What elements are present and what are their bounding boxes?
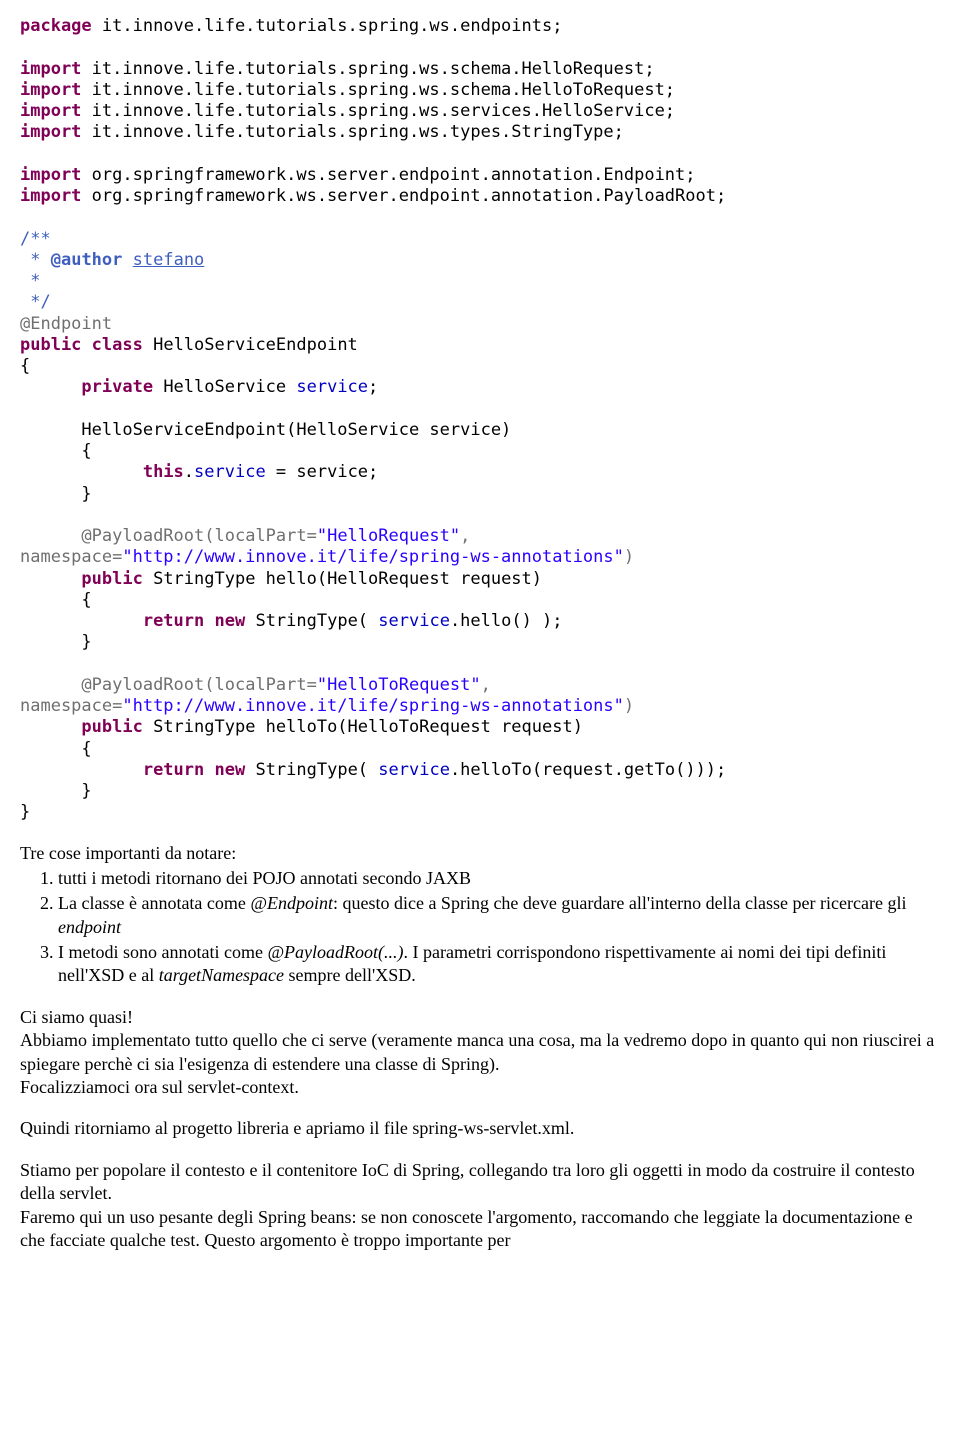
str-localpart-1: "HelloRequest"	[317, 526, 460, 546]
p-implementato: Abbiamo implementato tutto quello che ci…	[20, 1029, 940, 1076]
javadoc-author-tag: @author	[51, 250, 123, 270]
ctor-open: {	[20, 441, 92, 461]
method-helloto-sig: StringType helloTo(HelloToRequest reques…	[143, 717, 583, 737]
p-ci-siamo: Ci siamo quasi!	[20, 1006, 940, 1029]
svc-ref: service	[378, 760, 450, 780]
note-3: I metodi sono annotati come @PayloadRoot…	[58, 941, 940, 988]
ctor-assign: = service;	[266, 462, 379, 482]
kw-return: return	[143, 611, 204, 631]
field-service-ref: service	[194, 462, 266, 482]
field-service: service	[296, 377, 368, 397]
kw-import: import	[20, 122, 81, 142]
import-2: it.innove.life.tutorials.spring.ws.schem…	[81, 80, 675, 100]
pkg-decl: it.innove.life.tutorials.spring.ws.endpo…	[92, 16, 563, 36]
paragraph-ritorniamo: Quindi ritorniamo al progetto libreria e…	[20, 1117, 940, 1140]
str-namespace: "http://www.innove.it/life/spring-ws-ann…	[122, 696, 624, 716]
field-type: HelloService	[153, 377, 296, 397]
javadoc-line: *	[20, 271, 41, 291]
paragraph-popolare: Stiamo per popolare il contesto e il con…	[20, 1159, 940, 1253]
import-4: it.innove.life.tutorials.spring.ws.types…	[81, 122, 623, 142]
kw-import: import	[20, 186, 81, 206]
import-1: it.innove.life.tutorials.spring.ws.schem…	[81, 59, 654, 79]
em-endpoint-word: endpoint	[58, 917, 121, 937]
annotation-payloadroot: @PayloadRoot	[81, 526, 204, 546]
svc-ref: service	[378, 611, 450, 631]
kw-private: private	[81, 377, 153, 397]
notes-intro: Tre cose importanti da notare:	[20, 842, 940, 865]
method-close: }	[20, 781, 92, 801]
kw-class: class	[92, 335, 143, 355]
method-helloto-call: .helloTo(request.getTo()));	[450, 760, 726, 780]
kw-import: import	[20, 165, 81, 185]
javadoc-close: */	[20, 292, 51, 312]
p-beans: Faremo qui un uso pesante degli Spring b…	[20, 1206, 940, 1253]
class-name: HelloServiceEndpoint	[143, 335, 358, 355]
note-1: tutti i metodi ritornano dei POJO annota…	[58, 867, 940, 890]
em-targetnamespace: targetNamespace	[159, 965, 284, 985]
kw-package: package	[20, 16, 92, 36]
paragraph-notes: Tre cose importanti da notare: tutti i m…	[20, 842, 940, 988]
paragraph-quasi: Ci siamo quasi! Abbiamo implementato tut…	[20, 1006, 940, 1100]
javadoc-open: /**	[20, 229, 51, 249]
annotation-payloadroot: @PayloadRoot	[81, 675, 204, 695]
method-close: }	[20, 632, 92, 652]
ctor-close: }	[20, 484, 92, 504]
annotation-endpoint: @Endpoint	[20, 314, 112, 334]
javadoc-author-link: stefano	[133, 250, 205, 270]
ctor-sig: HelloServiceEndpoint(HelloService servic…	[20, 420, 511, 440]
p-focalizziamoci: Focalizziamoci ora sul servlet-context.	[20, 1076, 940, 1099]
em-endpoint: @Endpoint	[250, 893, 333, 913]
import-6: org.springframework.ws.server.endpoint.a…	[81, 186, 726, 206]
brace-open: {	[20, 356, 30, 376]
code-block: package it.innove.life.tutorials.spring.…	[20, 16, 940, 824]
method-hello-call: .hello() );	[450, 611, 563, 631]
notes-list: tutti i metodi ritornano dei POJO annota…	[20, 867, 940, 988]
brace-close: }	[20, 802, 30, 822]
javadoc-line: *	[20, 250, 51, 270]
str-localpart-2: "HelloToRequest"	[317, 675, 481, 695]
kw-public: public	[81, 569, 142, 589]
str-namespace: "http://www.innove.it/life/spring-ws-ann…	[122, 547, 624, 567]
p-popolare: Stiamo per popolare il contesto e il con…	[20, 1159, 940, 1206]
kw-this: this	[143, 462, 184, 482]
import-3: it.innove.life.tutorials.spring.ws.servi…	[81, 101, 675, 121]
method-hello-sig: StringType hello(HelloRequest request)	[143, 569, 542, 589]
import-5: org.springframework.ws.server.endpoint.a…	[81, 165, 695, 185]
kw-public: public	[81, 717, 142, 737]
em-payloadroot: @PayloadRoot(...)	[267, 942, 403, 962]
kw-return: return	[143, 760, 204, 780]
kw-new: new	[215, 760, 246, 780]
method-open: {	[20, 739, 92, 759]
kw-public: public	[20, 335, 81, 355]
note-2: La classe è annotata come @Endpoint: que…	[58, 892, 940, 939]
kw-new: new	[215, 611, 246, 631]
kw-import: import	[20, 80, 81, 100]
kw-import: import	[20, 101, 81, 121]
kw-import: import	[20, 59, 81, 79]
method-open: {	[20, 590, 92, 610]
